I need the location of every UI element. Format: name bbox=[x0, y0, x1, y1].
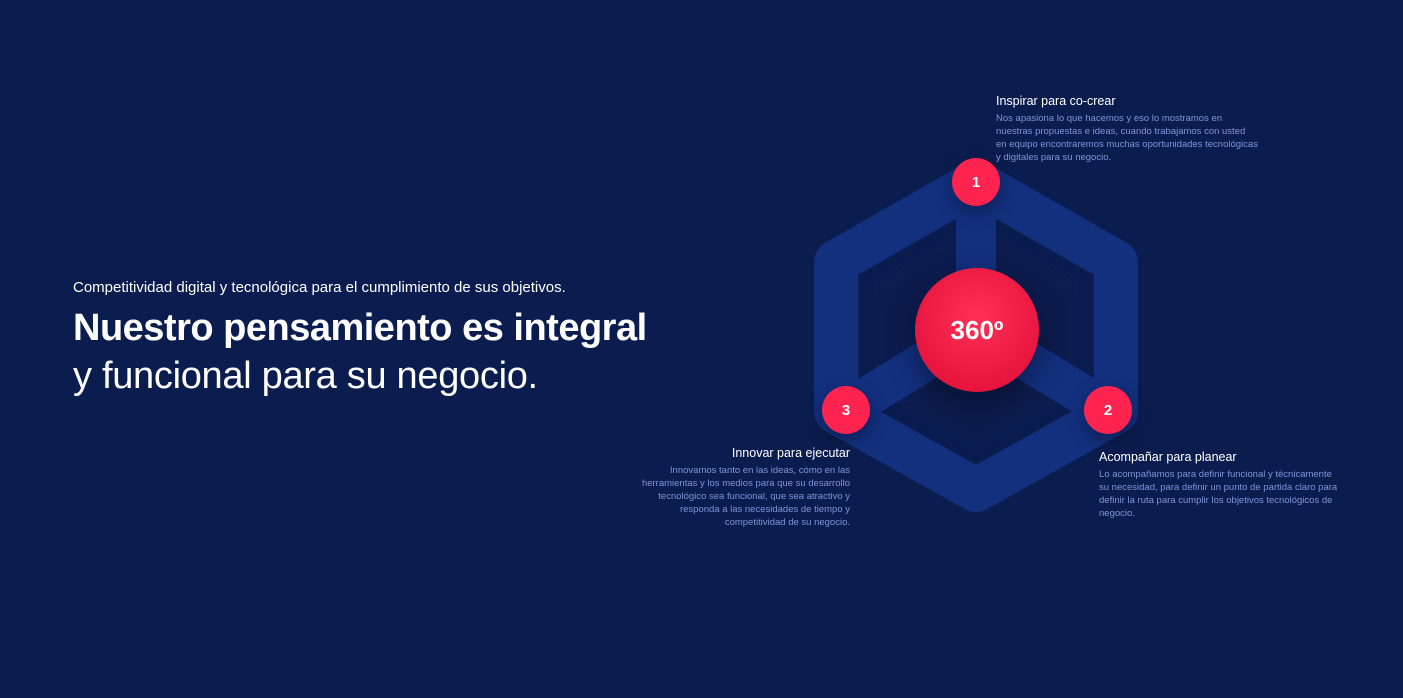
hero-section: Competitividad digital y tecnológica par… bbox=[73, 278, 693, 400]
step-2-badge: 2 bbox=[1084, 386, 1132, 434]
step-2-body: Lo acompañamos para definir funcional y … bbox=[1099, 469, 1338, 519]
step-1-title: Inspirar para co-crear bbox=[996, 94, 1116, 108]
hero-title: Nuestro pensamiento es integral bbox=[73, 307, 647, 349]
step-3-badge: 3 bbox=[822, 386, 870, 434]
step-3-body: Innovamos tanto en las ideas, cómo en la… bbox=[641, 465, 850, 528]
step-1-body: Nos apasiona lo que hacemos y eso lo mos… bbox=[996, 113, 1258, 163]
step-3-info: Innovar para ejecutar Innovamos tanto en… bbox=[620, 445, 850, 529]
hero-subtitle: y funcional para su negocio. bbox=[73, 355, 538, 397]
step-2-info: Acompañar para planear Lo acompañamos pa… bbox=[1099, 449, 1343, 520]
step-3-title: Innovar para ejecutar bbox=[731, 446, 850, 460]
step-1-info: Inspirar para co-crear Nos apasiona lo q… bbox=[996, 93, 1258, 164]
center-360-badge: 360º bbox=[915, 268, 1039, 392]
step-1-badge: 1 bbox=[952, 158, 1000, 206]
step-2-title: Acompañar para planear bbox=[1099, 450, 1237, 464]
hero-kicker: Competitividad digital y tecnológica par… bbox=[73, 279, 566, 296]
